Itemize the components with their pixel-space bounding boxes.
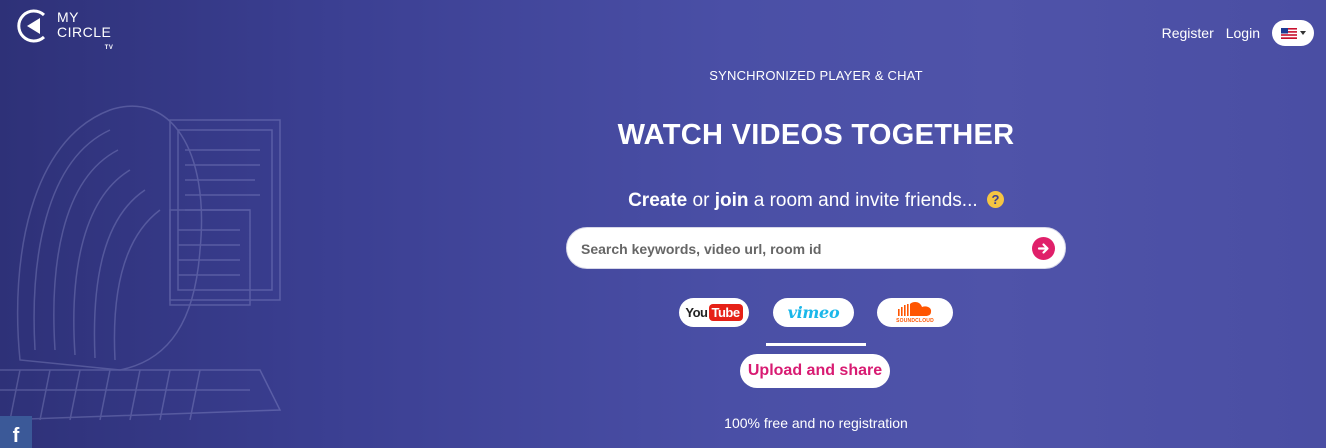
tagline-join: join — [714, 190, 749, 211]
logo-line-2: CIRCLE — [57, 24, 112, 40]
soundcloud-logo: SOUNDCLOUD — [896, 301, 934, 324]
tagline-rest: a room and invite friends... — [748, 190, 978, 211]
soundcloud-button[interactable]: SOUNDCLOUD — [877, 298, 953, 327]
tagline-create: Create — [628, 190, 688, 211]
logo-play-icon — [17, 9, 46, 43]
youtube-logo-tube: Tube — [708, 304, 743, 321]
soundcloud-cloud-icon — [898, 302, 932, 316]
hero-tagline: Create or join a room and invite friends… — [566, 190, 1066, 212]
arrow-right-icon — [1037, 243, 1049, 254]
logo-line-3: TV — [104, 45, 114, 51]
youtube-button[interactable]: You Tube — [679, 298, 749, 327]
logo-line-1: MY — [57, 9, 79, 25]
youtube-logo-you: You — [685, 305, 708, 320]
vimeo-button[interactable]: vimeo — [773, 298, 854, 327]
soundcloud-label: SOUNDCLOUD — [896, 318, 934, 324]
search-box — [566, 227, 1066, 270]
language-selector[interactable] — [1272, 20, 1314, 46]
tagline-or: or — [687, 190, 715, 211]
vimeo-logo: vimeo — [787, 303, 840, 322]
chevron-down-icon — [1299, 31, 1306, 35]
divider — [766, 343, 866, 346]
provider-list: You Tube vimeo SOUNDCLOUD — [566, 298, 1066, 328]
search-input[interactable] — [579, 228, 1023, 270]
logo-text: MY CIRCLE TV — [57, 9, 113, 52]
logo[interactable]: MY CIRCLE TV — [14, 7, 113, 52]
free-note: 100% free and no registration — [724, 415, 908, 431]
background-illustration — [0, 105, 282, 421]
upload-and-share-button[interactable]: Upload and share — [740, 354, 890, 388]
register-link[interactable]: Register — [1162, 25, 1214, 41]
top-nav: Register Login — [1162, 20, 1314, 46]
hero-subtitle: SYNCHRONIZED PLAYER & CHAT — [709, 68, 923, 83]
us-flag-icon — [1280, 27, 1297, 39]
search-submit-button[interactable] — [1032, 237, 1055, 260]
facebook-icon[interactable]: f — [0, 416, 32, 448]
help-icon[interactable]: ? — [986, 191, 1004, 208]
youtube-logo: You Tube — [685, 304, 743, 321]
hero-title: WATCH VIDEOS TOGETHER — [617, 119, 1015, 151]
login-link[interactable]: Login — [1226, 25, 1260, 41]
